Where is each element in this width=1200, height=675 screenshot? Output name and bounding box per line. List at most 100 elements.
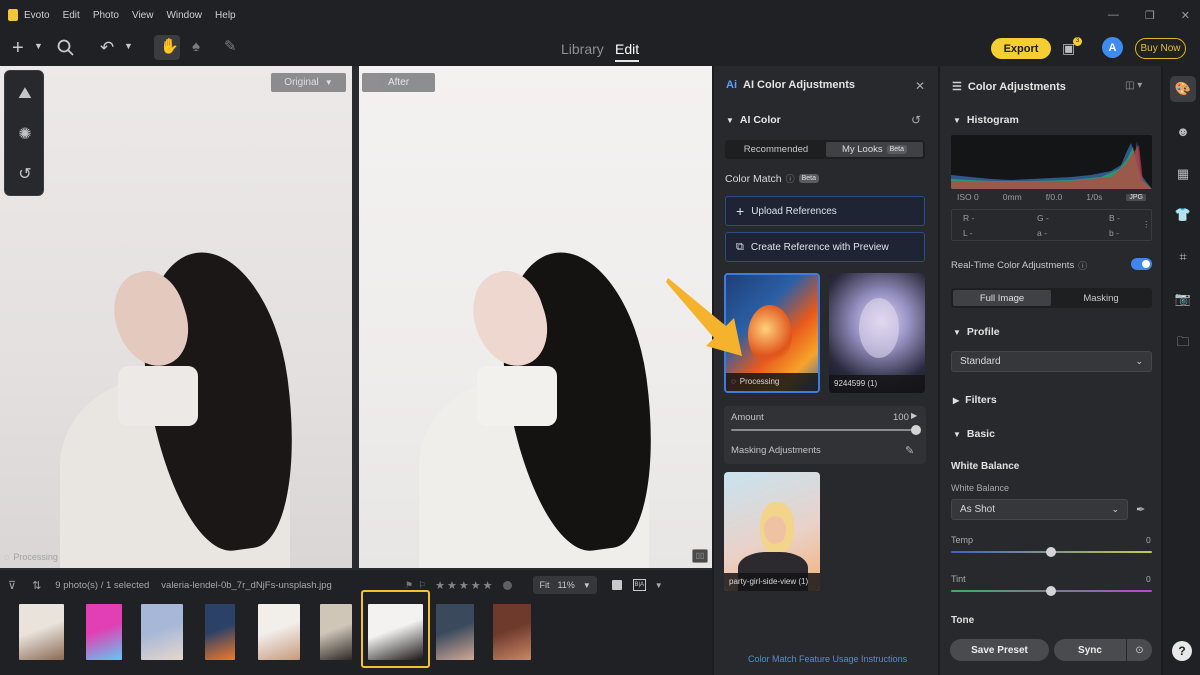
menu-edit[interactable]: Edit — [63, 10, 80, 21]
usage-instructions-link[interactable]: Color Match Feature Usage Instructions — [748, 654, 907, 664]
color-label-icon[interactable] — [503, 580, 513, 590]
folder-settings-icon[interactable]: 🗀 — [1174, 333, 1192, 351]
star-rating[interactable]: ★★★★★ — [435, 579, 494, 592]
info-icon[interactable]: ⓘ — [786, 172, 795, 185]
eyedropper-icon[interactable]: ✒ — [1136, 503, 1145, 516]
background-icon[interactable]: ▦ — [1174, 166, 1192, 184]
hand-tool-button[interactable]: ✋ — [154, 35, 180, 60]
face-retouch-icon[interactable]: ☻ — [1174, 124, 1192, 142]
collar-shape — [118, 366, 198, 426]
histogram-heading[interactable]: ▼ Histogram — [953, 114, 1019, 126]
brush-icon[interactable]: ♠ — [192, 39, 200, 54]
tint-value[interactable]: 0 — [1146, 574, 1151, 584]
chevron-down-icon[interactable]: ▼ — [34, 42, 43, 51]
reference-card-9244599[interactable]: 9244599 (1) — [829, 273, 925, 393]
caret-right-icon[interactable]: ▶ — [911, 411, 917, 420]
filmstrip-thumbnail[interactable] — [493, 604, 531, 660]
panel-layout-icon[interactable]: ◫ ▾ — [1125, 80, 1142, 91]
info-icon[interactable]: ⓘ — [1078, 259, 1087, 272]
basic-heading[interactable]: ▼ Basic — [953, 428, 995, 440]
tab-library[interactable]: Library — [561, 41, 604, 57]
window-controls: — ❐ ✕ — [1108, 0, 1190, 30]
undo-icon[interactable]: ↶ — [100, 39, 114, 56]
search-icon[interactable] — [57, 39, 74, 56]
undo-history-chevron-icon[interactable]: ▼ — [124, 42, 133, 51]
original-dropdown[interactable]: Original ▼ — [271, 73, 346, 92]
texture-icon[interactable]: ✺ — [15, 124, 35, 144]
before-after-view-icon[interactable]: B|A — [632, 579, 646, 591]
menu-view[interactable]: View — [132, 10, 154, 21]
clothing-icon[interactable]: 👕 — [1174, 207, 1192, 225]
tab-edit[interactable]: Edit — [615, 41, 640, 62]
buy-now-button[interactable]: Buy Now — [1135, 38, 1186, 59]
palette-icon[interactable]: 🎨 — [1174, 81, 1192, 99]
tint-slider-knob[interactable] — [1046, 586, 1056, 596]
filmstrip-thumbnail[interactable] — [436, 604, 474, 660]
menu-help[interactable]: Help — [215, 10, 236, 21]
filmstrip-thumbnail[interactable] — [320, 604, 352, 660]
more-icon[interactable]: ⋮ — [1142, 219, 1151, 230]
amount-slider-knob[interactable] — [911, 425, 921, 435]
tab-recommended[interactable]: Recommended — [727, 142, 825, 157]
history-icon[interactable]: ↺ — [15, 164, 35, 184]
menu-window[interactable]: Window — [166, 10, 202, 21]
edit-mask-icon[interactable]: ✎ — [905, 444, 914, 457]
adjust-icon[interactable]: ⛰ — [15, 85, 35, 105]
readout-l: L - — [963, 228, 973, 238]
selected-thumbnail-frame[interactable] — [361, 590, 430, 668]
sync-button[interactable]: Sync — [1054, 639, 1126, 661]
fit-label[interactable]: Fit — [539, 580, 549, 590]
avatar[interactable]: A — [1102, 37, 1123, 58]
amount-value[interactable]: 100 — [893, 412, 909, 423]
tab-masking[interactable]: Masking — [1052, 290, 1150, 306]
reference-card-party-girl[interactable]: party-girl-side-view (1) — [724, 472, 820, 591]
filmstrip-thumbnail[interactable] — [86, 604, 122, 660]
ai-panel-title: Ai AI Color Adjustments — [726, 79, 855, 91]
sync-settings-button[interactable]: ⊙ — [1127, 639, 1152, 661]
app-name[interactable]: Evoto — [24, 10, 50, 21]
chevron-down-icon[interactable]: ▼ — [655, 581, 663, 590]
temp-value[interactable]: 0 — [1146, 535, 1151, 545]
profile-select[interactable]: Standard ⌄ — [951, 351, 1152, 372]
minimize-icon[interactable]: — — [1108, 9, 1119, 21]
menu-photo[interactable]: Photo — [93, 10, 119, 21]
export-button[interactable]: Export — [991, 38, 1051, 59]
filmstrip-thumbnail[interactable] — [258, 604, 300, 660]
zoom-control[interactable]: Fit 11% ▼ — [533, 576, 597, 594]
split-view-icon[interactable]: ▯▯ — [692, 549, 708, 563]
realtime-toggle[interactable] — [1131, 258, 1152, 270]
filter-icon[interactable]: ⊽ — [8, 579, 16, 592]
create-reference-button[interactable]: ⧉ Create Reference with Preview — [725, 232, 925, 262]
readout-lab-b: b - — [1109, 228, 1119, 238]
ai-color-heading[interactable]: ▼ AI Color — [726, 114, 781, 126]
single-view-icon[interactable] — [611, 580, 622, 590]
filmstrip-thumbnail[interactable] — [205, 604, 235, 660]
tab-my-looks[interactable]: My Looks Beta — [826, 142, 923, 157]
white-balance-select[interactable]: As Shot ⌄ — [951, 499, 1128, 520]
help-icon[interactable]: ? — [1172, 641, 1192, 661]
create-reference-label: Create Reference with Preview — [750, 241, 889, 253]
flag-icon[interactable]: ⚑ — [405, 580, 413, 591]
filmstrip-thumbnail[interactable] — [19, 604, 64, 660]
save-preset-button[interactable]: Save Preset — [950, 639, 1049, 661]
add-icon[interactable]: + — [12, 38, 24, 58]
camera-icon[interactable]: 📷 — [1174, 291, 1192, 309]
before-photo[interactable] — [0, 66, 352, 568]
close-icon[interactable]: ✕ — [915, 79, 925, 93]
after-photo[interactable] — [359, 66, 712, 568]
sort-icon[interactable]: ⇅ — [32, 579, 41, 592]
bandage-icon[interactable]: ✎ — [224, 39, 237, 54]
upload-references-button[interactable]: + Upload References — [725, 196, 925, 226]
reject-flag-icon[interactable]: ⚐ — [418, 580, 426, 591]
tab-full-image[interactable]: Full Image — [953, 290, 1051, 306]
temp-slider-knob[interactable] — [1046, 547, 1056, 557]
close-window-icon[interactable]: ✕ — [1181, 9, 1190, 22]
amount-slider-track[interactable] — [731, 429, 917, 431]
restore-icon[interactable]: ❐ — [1145, 9, 1155, 22]
filmstrip-thumbnail[interactable] — [141, 604, 183, 660]
profile-heading[interactable]: ▼ Profile — [953, 326, 1000, 338]
beta-badge: Beta — [798, 174, 820, 183]
crop-icon[interactable]: ⌗ — [1174, 249, 1192, 267]
filters-heading[interactable]: ▶ Filters — [953, 394, 997, 406]
reset-icon[interactable]: ↺ — [911, 113, 921, 127]
